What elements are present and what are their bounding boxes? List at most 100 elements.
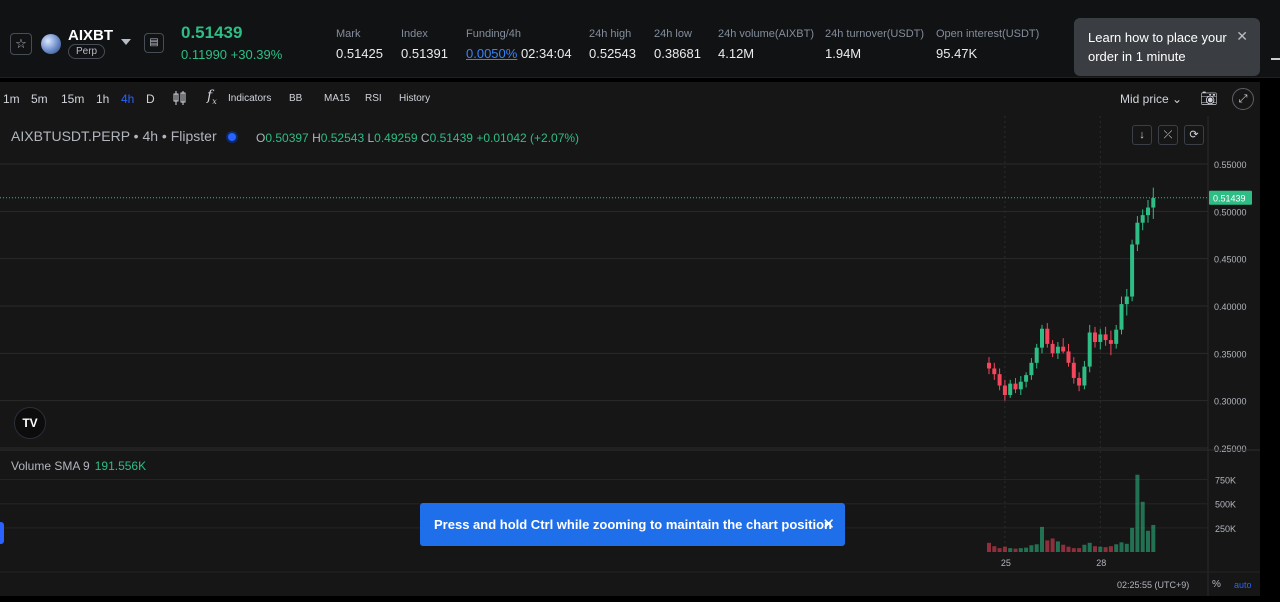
chart-clock: 02:25:55 (UTC+9) [1117, 580, 1190, 590]
stat-24h-turnover: 24h turnover(USDT) 1.94M [825, 28, 924, 61]
tool-ma15[interactable]: MA15 [324, 93, 350, 104]
volume-tick-label: 750K [1215, 476, 1236, 486]
candle-body [1034, 347, 1039, 363]
price-tick-label: 0.40000 [1214, 302, 1247, 312]
price-tick-label: 0.35000 [1214, 349, 1247, 359]
volume-bar [1103, 547, 1108, 552]
stat-index: Index 0.51391 [401, 28, 448, 61]
percent-scale-toggle[interactable]: % [1212, 579, 1221, 590]
star-icon[interactable]: ☆ [10, 33, 32, 55]
zoom-hint-toast: Press and hold Ctrl while zooming to mai… [420, 503, 845, 546]
volume-bar [1146, 530, 1150, 552]
candle-body [1045, 328, 1050, 344]
stat-label: Mark [336, 28, 361, 40]
tool-bb[interactable]: BB [289, 93, 302, 104]
ohlc-open: 0.50397 [265, 131, 309, 145]
arrow-down-icon[interactable]: ↓ [1132, 125, 1152, 145]
stat-value: 0.51425 [336, 46, 383, 61]
close-icon[interactable]: ✕ [822, 503, 835, 546]
volume-bar [1029, 545, 1034, 552]
price-mode-select[interactable]: Mid price ⌄ [1120, 92, 1182, 106]
last-price-tag-label: 0.51439 [1213, 194, 1246, 204]
volume-bar [1108, 546, 1113, 552]
funding-rate-link[interactable]: 0.0050% [466, 46, 517, 61]
volume-bar [1071, 548, 1076, 552]
reset-icon[interactable]: ⟳ [1184, 125, 1204, 145]
tool-history[interactable]: History [399, 93, 430, 104]
chart-panel[interactable]: 0.55000 0.50000 0.45000 0.40000 0.35000 0.300… [0, 82, 1260, 596]
stat-mark: Mark 0.51425 [336, 28, 383, 61]
close-icon[interactable]: ✕ [1236, 27, 1248, 46]
drawing-tools-tab[interactable] [0, 522, 4, 544]
candlestick-type-icon[interactable] [172, 90, 188, 106]
toast-text: Press and hold Ctrl while zooming to mai… [434, 517, 832, 532]
candle-body [1071, 362, 1076, 378]
candle-body [1135, 222, 1140, 245]
tradingview-logo[interactable]: TV [14, 407, 46, 439]
camera-icon[interactable]: 📷︎ [1198, 88, 1220, 110]
timeframe-5m[interactable]: 5m [31, 92, 48, 106]
fullscreen-icon[interactable]: ⤢ [1232, 88, 1254, 110]
volume-bar [1098, 546, 1103, 552]
stat-funding: Funding/4h 0.0050% 02:34:04 [466, 28, 572, 61]
candle-body [1050, 343, 1055, 354]
volume-bar [1114, 544, 1119, 552]
price-change: 0.11990 +30.39% [181, 47, 283, 62]
price-tick-label: 0.30000 [1214, 397, 1247, 407]
candle-body [1130, 244, 1135, 297]
candle-body [1018, 381, 1023, 390]
ohlc-high-key: H [312, 131, 321, 145]
volume-label: Volume SMA 9 [11, 459, 90, 473]
edge-divider [1271, 58, 1280, 60]
volume-bar [1061, 544, 1066, 552]
timeframe-15m[interactable]: 15m [61, 92, 84, 106]
price-mode-label: Mid price [1120, 92, 1169, 106]
stat-24h-high: 24h high 0.52543 [589, 28, 636, 61]
ohlc-change: +0.01042 (+2.07%) [476, 131, 580, 145]
aixbt-coin-icon [41, 34, 61, 54]
volume-bar [997, 548, 1002, 552]
stat-label: Funding/4h [466, 28, 522, 40]
volume-bar [1066, 546, 1071, 552]
timeframe-1m[interactable]: 1m [3, 92, 20, 106]
candle-body [1098, 334, 1103, 342]
candle-body [1077, 377, 1082, 386]
candle-body [1108, 340, 1113, 344]
collapse-icon[interactable]: ⤫ [1158, 125, 1178, 145]
volume-bar [1045, 540, 1050, 552]
ohlc-close-key: C [420, 131, 430, 145]
volume-bar [1119, 542, 1124, 552]
tooltip-text: Learn how to place your order in 1 minut… [1088, 30, 1227, 64]
volume-tick-label: 250K [1215, 524, 1236, 534]
order-guide-tooltip[interactable]: Learn how to place your order in 1 minut… [1074, 18, 1260, 76]
volume-bar [1124, 543, 1129, 552]
timeframe-4h[interactable]: 4h [121, 92, 134, 106]
symbol-name[interactable]: AIXBT [68, 27, 113, 44]
chevron-down-icon[interactable] [121, 39, 131, 45]
auto-scale-toggle[interactable]: auto [1234, 580, 1252, 590]
candle-body [1093, 332, 1097, 342]
ohlc-close: 0.51439 [429, 131, 473, 145]
tool-rsi[interactable]: RSI [365, 93, 382, 104]
stat-value: 95.47K [936, 46, 978, 61]
timeframe-d[interactable]: D [146, 92, 155, 106]
candle-body [1151, 198, 1156, 208]
volume-bar [1018, 548, 1023, 552]
candle-body [1146, 207, 1150, 216]
indicators-fx-icon[interactable]: fx [207, 88, 217, 106]
stat-24h-low: 24h low 0.38681 [654, 28, 701, 61]
candle-body [1103, 334, 1108, 341]
document-icon[interactable]: ▤ [144, 33, 164, 53]
chart-toolbar: 1m 5m 15m 1h 4h D fx Indicators BB MA15 … [0, 82, 1260, 116]
stat-label: 24h volume(AIXBT) [718, 28, 814, 40]
volume-bar [1130, 527, 1135, 552]
stat-value: 4.12M [718, 46, 755, 61]
stat-label: 24h turnover(USDT) [825, 28, 925, 40]
indicators-button[interactable]: Indicators [228, 93, 271, 104]
stat-value: 0.0050% 02:34:04 [466, 46, 572, 61]
timeframe-1h[interactable]: 1h [96, 92, 109, 106]
volume-bar [1093, 546, 1097, 552]
candle-body [997, 374, 1002, 386]
stat-value: 0.52543 [589, 46, 636, 61]
candle-body [1140, 215, 1145, 223]
